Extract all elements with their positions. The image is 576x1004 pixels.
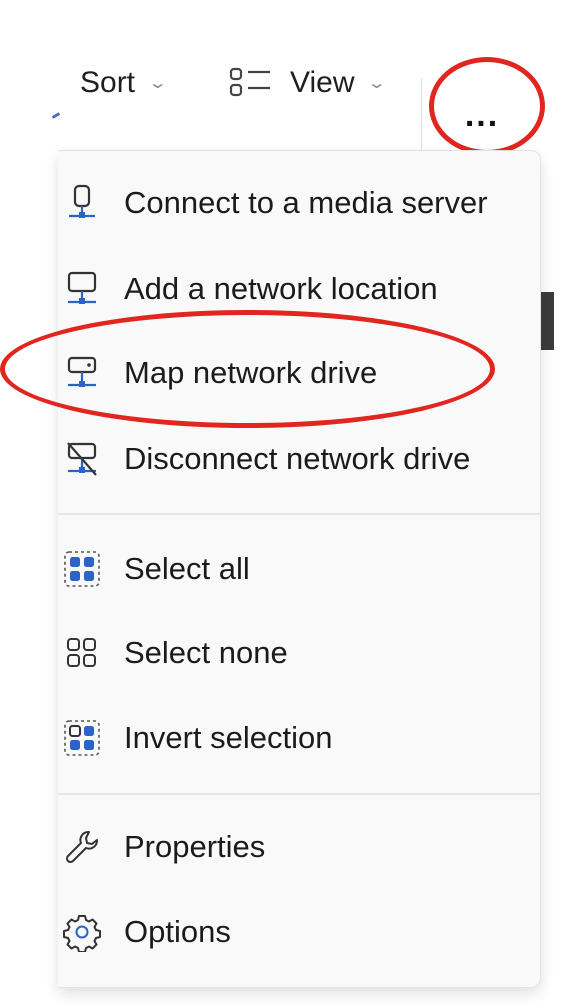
view-layout-icon — [228, 66, 272, 100]
toolbar-divider — [421, 78, 422, 150]
command-bar: Sort ⌄ View ⌄ ... — [0, 30, 576, 155]
select-all-icon — [60, 547, 104, 591]
menu-item-select-none[interactable]: Select none — [58, 613, 540, 693]
media-server-icon — [60, 181, 104, 225]
see-more-menu: Connect to a media server Add a network … — [58, 150, 541, 988]
menu-separator — [58, 513, 540, 515]
menu-item-disconnect-network-drive[interactable]: Disconnect network drive — [58, 419, 540, 499]
more-ellipsis-icon: ... — [464, 95, 500, 134]
menu-item-label: Options — [124, 914, 231, 949]
menu-item-label: Connect to a media server — [124, 185, 488, 220]
menu-item-invert-selection[interactable]: Invert selection — [58, 698, 540, 778]
partial-arrow-icon — [51, 112, 61, 119]
menu-separator — [58, 793, 540, 795]
menu-item-label: Invert selection — [124, 720, 333, 755]
network-location-icon — [60, 267, 104, 311]
menu-item-properties[interactable]: Properties — [58, 807, 540, 887]
chevron-down-icon: ⌄ — [147, 75, 168, 92]
menu-item-map-network-drive[interactable]: Map network drive — [58, 333, 540, 413]
gear-icon — [60, 910, 104, 954]
sort-button[interactable]: Sort ⌄ — [50, 66, 168, 100]
view-label: View — [290, 66, 355, 99]
wrench-icon — [60, 825, 104, 869]
screenshot-stage: Sort ⌄ View ⌄ ... Connect to a media ser… — [0, 0, 576, 1004]
menu-item-options[interactable]: Options — [58, 892, 540, 972]
menu-item-label: Add a network location — [124, 271, 438, 306]
map-network-drive-icon — [60, 351, 104, 395]
sort-label: Sort — [80, 66, 136, 99]
disconnect-network-drive-icon — [60, 437, 104, 481]
menu-item-label: Map network drive — [124, 355, 378, 390]
select-none-icon — [60, 631, 104, 675]
menu-item-connect-media-server[interactable]: Connect to a media server — [58, 163, 540, 243]
menu-item-add-network-location[interactable]: Add a network location — [58, 249, 540, 329]
menu-item-label: Select all — [124, 551, 250, 586]
chevron-down-icon: ⌄ — [367, 75, 388, 92]
menu-item-select-all[interactable]: Select all — [58, 529, 540, 609]
see-more-button[interactable]: ... — [445, 85, 519, 145]
menu-item-label: Properties — [124, 829, 266, 864]
background-scrollbar-fragment — [540, 292, 554, 350]
menu-item-label: Select none — [124, 635, 288, 670]
view-button[interactable]: View ⌄ — [228, 66, 388, 100]
invert-selection-icon — [60, 716, 104, 760]
menu-item-label: Disconnect network drive — [124, 441, 471, 476]
